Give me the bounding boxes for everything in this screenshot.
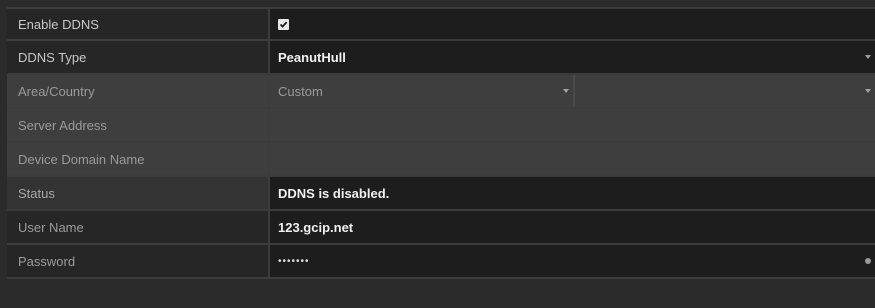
enable-ddns-label: Enable DDNS: [7, 9, 270, 39]
server-address-label: Server Address: [7, 109, 270, 141]
check-icon: [279, 21, 288, 28]
row-device-domain-name: Device Domain Name: [7, 143, 875, 177]
row-enable-ddns: Enable DDNS: [7, 7, 875, 41]
ddns-form: Enable DDNS DDNS Type PeanutHull Area/Co…: [7, 7, 875, 279]
area-country-label: Area/Country: [7, 75, 270, 107]
area-country-select[interactable]: Custom: [270, 75, 575, 107]
row-password: Password •••••••: [7, 245, 875, 279]
user-name-input[interactable]: 123.gcip.net: [270, 211, 875, 243]
ddns-type-value: PeanutHull: [278, 49, 346, 65]
area-country-selected: Custom: [278, 83, 323, 99]
row-status: Status DDNS is disabled.: [7, 177, 875, 211]
device-domain-name-label: Device Domain Name: [7, 143, 270, 175]
user-name-value: 123.gcip.net: [278, 219, 354, 235]
row-user-name: User Name 123.gcip.net: [7, 211, 875, 245]
status-label: Status: [7, 177, 270, 209]
row-ddns-type: DDNS Type PeanutHull: [7, 41, 875, 75]
device-domain-name-input[interactable]: [270, 143, 875, 175]
user-name-label: User Name: [7, 211, 270, 243]
status-value: DDNS is disabled.: [278, 185, 390, 201]
row-server-address: Server Address: [7, 109, 875, 143]
status-value-cell: DDNS is disabled.: [270, 177, 875, 209]
ddns-type-label: DDNS Type: [7, 41, 270, 73]
enable-ddns-value: [270, 9, 875, 39]
chevron-down-icon: [865, 55, 871, 59]
ddns-type-select[interactable]: PeanutHull: [270, 41, 875, 73]
chevron-down-icon: [563, 89, 569, 93]
enable-ddns-checkbox[interactable]: [278, 18, 289, 30]
area-country-value: Custom: [270, 75, 875, 107]
chevron-down-icon: [865, 89, 871, 93]
eye-icon[interactable]: [865, 258, 871, 264]
ddns-settings-panel: Enable DDNS DDNS Type PeanutHull Area/Co…: [0, 0, 875, 308]
password-input[interactable]: •••••••: [270, 245, 875, 277]
password-label: Password: [7, 245, 270, 277]
area-country-subselect[interactable]: [575, 75, 875, 107]
server-address-input[interactable]: [270, 109, 875, 141]
row-area-country: Area/Country Custom: [7, 75, 875, 109]
password-value: •••••••: [278, 255, 310, 267]
